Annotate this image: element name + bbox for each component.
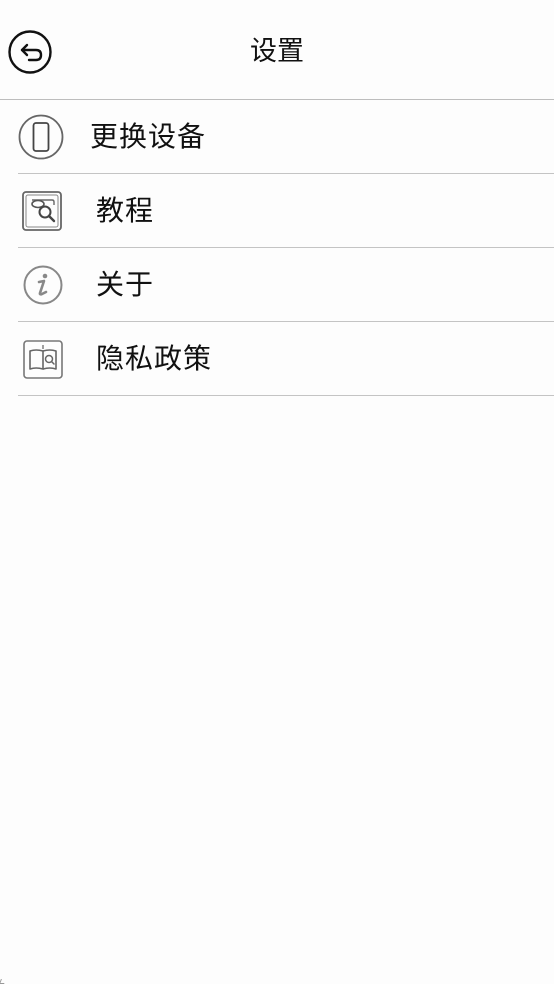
tutorial-icon [18,188,64,234]
settings-screen: 设置 更换设备 教程 关于 隐私政策 [0,0,554,984]
menu-item-change-device[interactable]: 更换设备 [18,100,554,174]
info-icon [18,262,64,308]
menu-item-about[interactable]: 关于 [18,248,554,322]
menu-item-label: 隐私政策 [96,342,213,375]
page-title: 设置 [250,36,304,67]
top-bar: 设置 [0,0,554,100]
settings-menu: 更换设备 教程 关于 隐私政策 [18,100,554,396]
corner-mark [0,979,6,984]
privacy-book-icon [18,336,64,382]
menu-item-tutorial[interactable]: 教程 [18,174,554,248]
menu-item-label: 教程 [96,194,155,227]
menu-item-label: 更换设备 [90,120,207,153]
phone-icon [18,114,64,160]
menu-item-privacy-policy[interactable]: 隐私政策 [18,322,554,396]
menu-item-label: 关于 [96,268,155,301]
